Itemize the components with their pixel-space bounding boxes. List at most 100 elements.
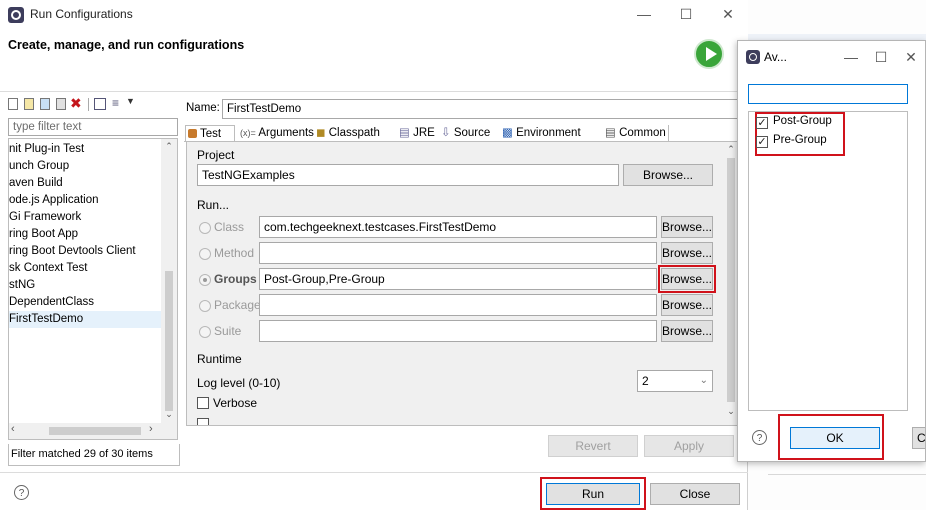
filter-icon[interactable]: ≡ (112, 96, 119, 110)
duplicate-icon[interactable] (56, 98, 66, 110)
tab-jre[interactable]: ▤ JRE (397, 125, 437, 141)
package-browse-button[interactable]: Browse... (661, 294, 713, 316)
log-level-label: Log level (0-10) (197, 376, 281, 390)
class-radio[interactable] (199, 222, 211, 234)
project-field[interactable]: TestNGExamples (197, 164, 619, 186)
tab-arguments[interactable]: (x)= Arguments (238, 125, 316, 141)
arguments-tab-icon: (x)= (240, 128, 256, 138)
tree-item[interactable]: ring Boot Devtools Client (9, 243, 136, 260)
partial-checkbox[interactable] (197, 418, 209, 425)
ok-button[interactable]: OK (790, 427, 880, 449)
new-config-icon[interactable] (8, 98, 18, 110)
class-label: Class (214, 220, 245, 234)
groups-browse-button[interactable]: Browse... (661, 268, 713, 290)
run-button[interactable]: Run (546, 483, 640, 505)
groups-field[interactable]: Post-Group,Pre-Group (259, 268, 657, 290)
dialog-maximize-button[interactable]: ☐ (866, 43, 896, 71)
tab-classpath[interactable]: ◼ Classpath (314, 125, 382, 141)
scroll-up-arrow-icon[interactable]: ⌃ (161, 141, 177, 152)
scroll-right-arrow-icon[interactable]: › (149, 423, 153, 435)
dialog-close-button[interactable]: ✕ (896, 43, 925, 71)
page-heading: Create, manage, and run configurations (8, 38, 245, 52)
close-button[interactable]: Close (650, 483, 740, 505)
scroll-left-arrow-icon[interactable]: ‹ (11, 423, 15, 435)
minimize-button[interactable]: — (628, 0, 660, 28)
tree-item[interactable]: aven Build (9, 175, 63, 192)
tree-item[interactable]: unch Group (9, 158, 69, 175)
package-label: Package (214, 298, 261, 312)
tab-common[interactable]: ▤ Common (603, 125, 669, 141)
export-icon[interactable] (40, 98, 50, 110)
class-field[interactable]: com.techgeeknext.testcases.FirstTestDemo (259, 216, 657, 238)
apply-button[interactable]: Apply (644, 435, 734, 457)
delete-icon[interactable]: ✖ (70, 95, 82, 112)
horizontal-scroll-thumb[interactable] (49, 427, 141, 435)
tree-horizontal-scrollbar[interactable]: ‹ › (9, 423, 177, 439)
background-line (768, 474, 926, 475)
project-browse-button[interactable]: Browse... (623, 164, 713, 186)
tree-item[interactable]: ring Boot App (9, 226, 78, 243)
dialog-filter-input[interactable] (748, 84, 908, 104)
new-prototype-icon[interactable] (24, 98, 34, 110)
tree-item[interactable]: Gi Framework (9, 209, 81, 226)
cancel-button-partial[interactable]: C (912, 427, 925, 449)
chevron-down-icon[interactable]: ▼ (126, 96, 135, 106)
pre-group-checkbox[interactable]: ✓ (756, 136, 768, 148)
tree-item[interactable]: ode.js Application (9, 192, 99, 209)
maximize-button[interactable]: ☐ (670, 0, 702, 28)
dialog-help-icon[interactable]: ? (752, 430, 767, 445)
help-icon[interactable]: ? (14, 485, 29, 500)
tree-item[interactable]: sk Context Test (9, 260, 87, 277)
filter-status: Filter matched 29 of 30 items (8, 444, 180, 466)
suite-label: Suite (214, 324, 242, 338)
verbose-label: Verbose (213, 396, 258, 410)
tab-environment[interactable]: ▩ Environment (500, 125, 583, 141)
common-tab-icon: ▤ (605, 127, 616, 139)
collapse-all-icon[interactable] (94, 98, 106, 110)
method-radio[interactable] (199, 248, 211, 260)
title-bar: Run Configurations — ☐ ✕ (0, 0, 748, 30)
log-level-value: 2 (642, 374, 649, 388)
scroll-thumb[interactable] (165, 271, 173, 411)
chevron-down-icon: ⌄ (699, 375, 708, 386)
close-window-button[interactable]: ✕ (712, 0, 744, 28)
dialog-minimize-button[interactable]: — (836, 43, 866, 71)
tree-vertical-scrollbar[interactable]: ⌃ ⌄ (161, 139, 177, 423)
run-configurations-window: Run Configurations — ☐ ✕ Create, manage,… (0, 0, 748, 510)
post-group-label: Post-Group (773, 115, 832, 127)
class-browse-button[interactable]: Browse... (661, 216, 713, 238)
footer-divider (0, 472, 748, 473)
suite-field[interactable] (259, 320, 657, 342)
tab-bar: Test (x)= Arguments ◼ Classpath ▤ JRE ⇩ … (184, 124, 740, 142)
method-browse-button[interactable]: Browse... (661, 242, 713, 264)
tab-source[interactable]: ⇩ Source (439, 125, 492, 141)
package-radio[interactable] (199, 300, 211, 312)
scroll-thumb[interactable] (727, 158, 735, 402)
filter-input[interactable]: type filter text (8, 118, 178, 136)
tree-item[interactable]: stNG (9, 277, 35, 294)
scroll-down-arrow-icon[interactable]: ⌄ (161, 409, 177, 420)
method-field[interactable] (259, 242, 657, 264)
source-tab-icon: ⇩ (441, 127, 451, 139)
run-group-label: Run... (197, 198, 230, 212)
tree-item-selected[interactable]: FirstTestDemo (9, 311, 161, 328)
package-field[interactable] (259, 294, 657, 316)
suite-radio[interactable] (199, 326, 211, 338)
suite-browse-button[interactable]: Browse... (661, 320, 713, 342)
left-toolbar: ✖ ≡ ▼ (8, 95, 178, 114)
groups-label: Groups (214, 272, 257, 286)
revert-button[interactable]: Revert (548, 435, 638, 457)
tree-item[interactable]: nit Plug-in Test (9, 141, 84, 158)
log-level-select[interactable]: 2 ⌄ (637, 370, 713, 392)
name-field[interactable]: FirstTestDemo (222, 99, 740, 119)
separator (88, 98, 89, 111)
name-label: Name: (186, 102, 220, 114)
groups-radio[interactable] (199, 274, 211, 286)
window-title: Run Configurations (30, 7, 133, 21)
tab-content: Project TestNGExamples Browse... Run... … (186, 142, 740, 426)
tab-test[interactable]: Test (185, 125, 235, 141)
pre-group-label: Pre-Group (773, 134, 827, 146)
tree-item[interactable]: DependentClass (9, 294, 94, 311)
verbose-checkbox[interactable] (197, 397, 209, 409)
post-group-checkbox[interactable]: ✓ (756, 117, 768, 129)
